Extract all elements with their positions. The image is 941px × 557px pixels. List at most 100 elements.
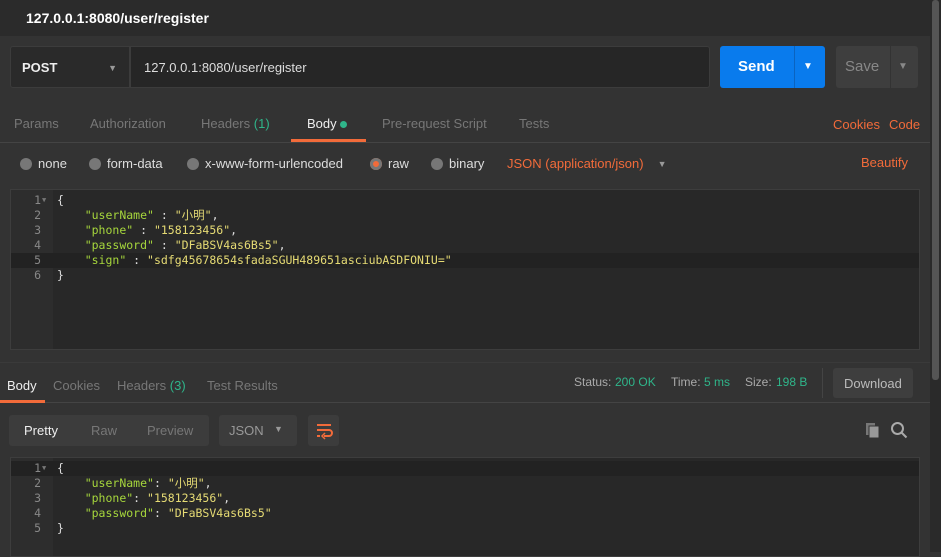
content-type-select[interactable]: JSON (application/json) ▼ [507,156,666,171]
beautify-link[interactable]: Beautify [861,155,908,170]
tab-body[interactable]: Body [307,116,348,131]
code-text: { [57,461,64,476]
code-line: 2 "userName" : "小明", [11,208,919,223]
tab-label: Headers [117,378,167,393]
send-button[interactable]: Send ▼ [720,46,825,88]
response-tab-body[interactable]: Body [7,378,37,393]
format-label: JSON [229,423,264,438]
cookies-link[interactable]: Cookies [833,117,880,132]
response-tab-headers[interactable]: Headers (3) [117,378,186,393]
radio-selected-icon [370,157,382,170]
headers-count: (1) [253,116,270,131]
send-options-chevron-icon[interactable]: ▼ [803,61,813,72]
active-tab-underline [291,139,366,142]
divider [794,46,795,88]
code-text: "password": "DFaBSV4as6Bs5" [57,506,272,521]
copy-icon[interactable] [864,421,882,439]
radio-icon [187,157,199,170]
response-tab-cookies[interactable]: Cookies [53,378,100,393]
request-body-editor[interactable]: 1 ▼{2 "userName" : "小明", 3 "phone" : "1581… [10,189,920,350]
format-select[interactable]: JSON ▼ [219,415,297,446]
json-comma: , [204,476,212,490]
code-line: 4 "password": "DFaBSV4as6Bs5" [11,506,919,521]
mode-preview[interactable]: Preview [147,423,193,438]
code-line: 5} [11,521,919,536]
line-number: 3 [34,223,41,237]
code-text: "phone": "158123456", [57,491,230,506]
chevron-down-icon: ▼ [274,424,283,434]
code-line: 3 "phone": "158123456", [11,491,919,506]
status-label: Status: [574,375,612,389]
json-colon: : [133,491,148,505]
url-input[interactable]: 127.0.0.1:8080/user/register [130,46,710,88]
method-select[interactable]: POST ▼ [10,46,130,88]
divider [890,46,891,88]
json-value: "158123456" [153,223,231,237]
json-colon: : [133,223,154,237]
tab-label: Headers [201,116,251,131]
code-brace: } [57,521,64,535]
request-tabs: Params Authorization Headers (1) Body Pr… [0,100,930,143]
size-value: 198 B [776,375,808,389]
json-key: "sign" [84,253,127,267]
wrap-lines-button[interactable] [308,415,339,446]
divider [822,368,823,398]
tab-tests[interactable]: Tests [519,116,549,131]
code-line: 6} [11,268,919,283]
radio-label: form-data [107,156,163,171]
save-options-chevron-icon[interactable]: ▼ [898,61,908,72]
fold-arrow-icon[interactable]: ▼ [42,461,46,476]
time-value: 5 ms [704,375,731,389]
radio-label: x-www-form-urlencoded [205,156,343,171]
tab-pre-request-script[interactable]: Pre-request Script [382,116,487,131]
scrollbar-thumb[interactable] [932,0,939,380]
headers-count: (3) [169,378,186,393]
code-line: 1 ▼ { [11,461,919,476]
code-text: } [57,268,64,283]
tab-params[interactable]: Params [14,116,59,131]
tab-headers[interactable]: Headers (1) [201,116,270,131]
chevron-down-icon: ▼ [108,63,117,73]
code-link[interactable]: Code [889,117,920,132]
radio-none[interactable]: none [20,156,67,171]
status-value: 200 OK [615,375,656,389]
line-number: 6 [34,268,41,282]
line-number: 2 [34,208,41,222]
radio-icon [89,157,101,170]
json-key: "phone" [84,491,134,505]
save-label: Save [845,58,880,75]
radio-icon [20,157,32,170]
response-tab-test-results[interactable]: Test Results [207,378,278,393]
fold-arrow-icon[interactable]: ▼ [42,193,46,208]
download-button[interactable]: Download [833,368,913,398]
radio-label: binary [449,156,485,171]
radio-raw[interactable]: raw [370,156,409,171]
json-key: "phone" [84,223,134,237]
code-line: 4 "password" : "DFaBSV4as6Bs5", [11,238,919,253]
radio-binary[interactable]: binary [431,156,484,171]
code-text: { [57,193,64,208]
json-comma: , [223,491,231,505]
code-brace: { [57,461,64,475]
radio-form-data[interactable]: form-data [89,156,163,171]
line-number: 4 [34,506,41,520]
search-icon[interactable] [890,421,908,439]
mode-pretty[interactable]: Pretty [24,423,58,438]
line-number: 1 [34,461,41,475]
code-text: "userName" : "小明", [57,208,219,223]
line-number: 3 [34,491,41,505]
json-value: "158123456" [147,491,224,505]
json-colon: : [153,506,168,520]
json-colon: : [153,476,168,490]
code-line: 2 "userName": "小明", [11,476,919,491]
radio-x-www-form-urlencoded[interactable]: x-www-form-urlencoded [187,156,343,171]
mode-raw[interactable]: Raw [91,423,117,438]
tab-authorization[interactable]: Authorization [90,116,166,131]
size-label: Size: [745,375,772,389]
code-brace: { [57,193,64,207]
response-body-viewer[interactable]: 1 ▼ {2 "userName": "小明", 3 "phone": "158123… [10,457,920,557]
code-text: "userName": "小明", [57,476,212,491]
save-button[interactable]: Save ▼ [836,46,918,88]
code-text: "phone" : "158123456", [57,223,237,238]
code-line: 5 "sign" : "sdfg45678654sfadaSGUH489651a… [11,253,919,268]
